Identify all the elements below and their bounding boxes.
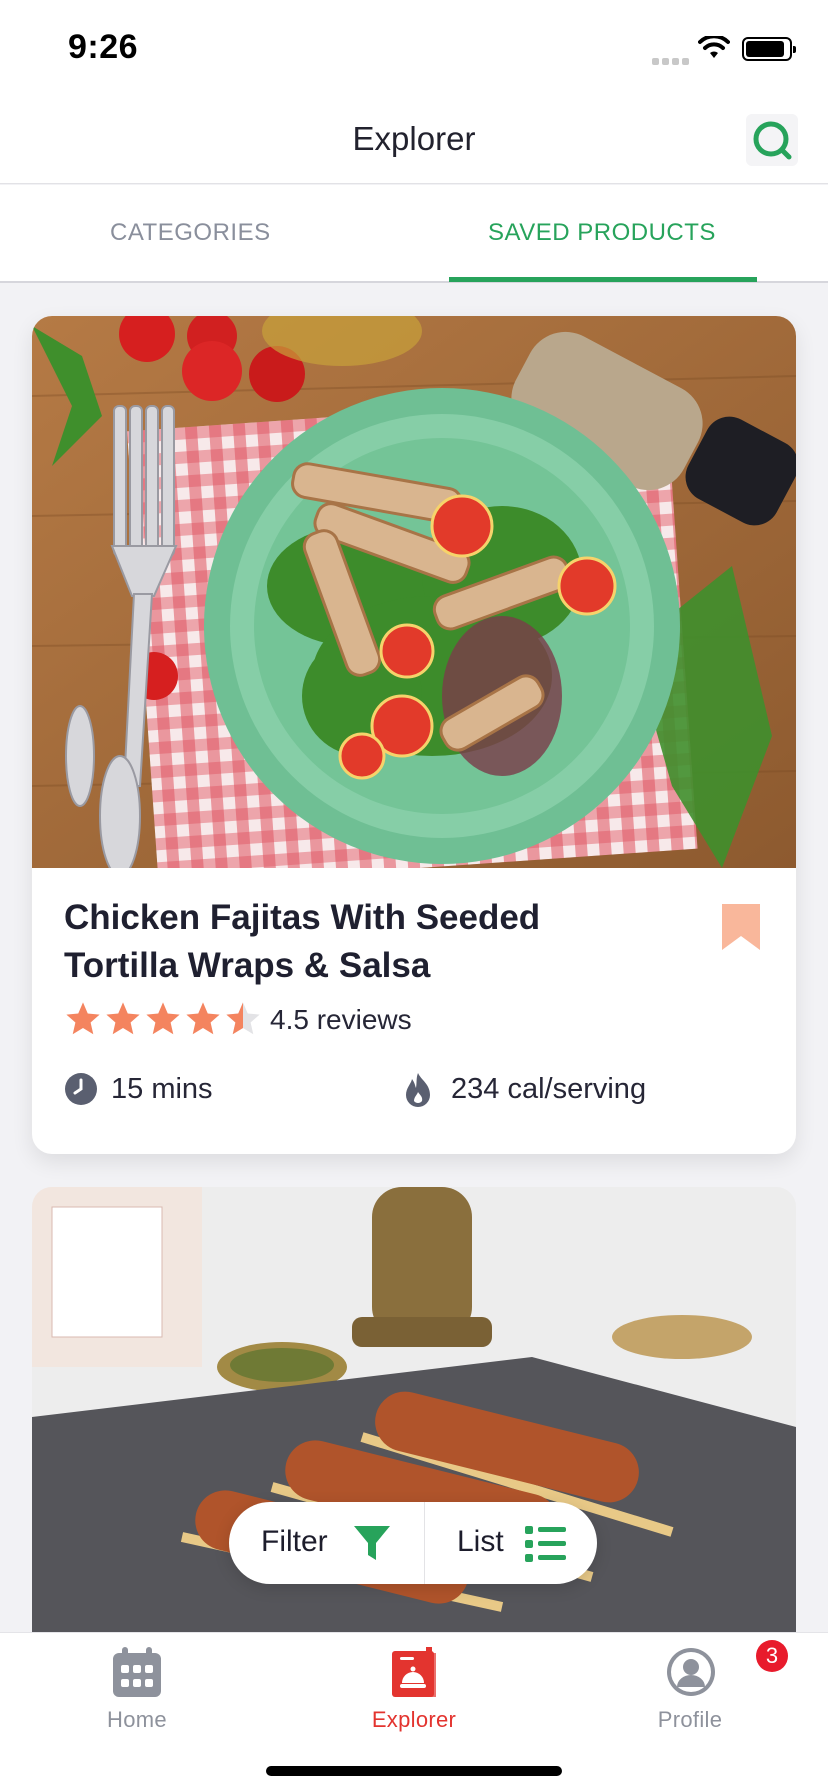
- list-label: List: [457, 1525, 504, 1558]
- battery-icon: [742, 37, 796, 61]
- list-view-button[interactable]: List: [425, 1502, 597, 1584]
- calories: 234 cal/serving: [451, 1073, 646, 1106]
- status-bar: 9:26: [0, 0, 828, 100]
- calories-value: 234: [451, 1073, 500, 1105]
- nav-header: Explorer: [0, 100, 828, 184]
- floating-actions: Filter List: [229, 1502, 597, 1584]
- user-avatar-icon: [667, 1648, 715, 1696]
- calendar-grid-icon: [113, 1647, 161, 1697]
- status-time: 9:26: [68, 28, 139, 66]
- notification-badge: 3: [756, 1640, 788, 1672]
- tab-home[interactable]: Home: [57, 1647, 217, 1747]
- cook-time-unit: mins: [151, 1073, 213, 1105]
- tab-categories[interactable]: CATEGORIES: [110, 219, 271, 247]
- home-indicator[interactable]: [266, 1766, 562, 1776]
- filter-button[interactable]: Filter: [229, 1502, 424, 1584]
- filter-icon: [354, 1526, 390, 1560]
- filter-label: Filter: [261, 1525, 328, 1558]
- page-title: Explorer: [352, 120, 476, 157]
- recipe-title[interactable]: Chicken Fajitas With Seeded Tortilla Wra…: [64, 894, 644, 990]
- cook-time-value: 15: [111, 1073, 144, 1105]
- recipe-card[interactable]: Chicken Fajitas With Seeded Tortilla Wra…: [32, 316, 796, 1154]
- star-icon: [186, 1002, 220, 1035]
- wifi-icon: [698, 36, 730, 58]
- rating-stars: [64, 1000, 262, 1038]
- star-icon: [146, 1002, 180, 1035]
- tab-explorer-label: Explorer: [371, 1707, 457, 1732]
- half-star-icon: [226, 1002, 260, 1035]
- rating-text: 4.5 reviews: [270, 1004, 412, 1036]
- list-icon: [525, 1526, 566, 1562]
- search-icon: [753, 121, 792, 160]
- tab-explorer[interactable]: Explorer: [334, 1647, 494, 1747]
- tab-profile-label: Profile: [657, 1707, 723, 1732]
- rating-label: reviews: [316, 1004, 412, 1035]
- calories-unit: cal/serving: [507, 1073, 647, 1105]
- active-tab-indicator: [449, 277, 757, 282]
- search-button[interactable]: [746, 114, 798, 166]
- rating-value: 4.5: [270, 1004, 309, 1035]
- star-icon: [66, 1002, 100, 1035]
- star-icon: [106, 1002, 140, 1035]
- tab-profile[interactable]: Profile: [610, 1647, 770, 1747]
- segment-tabs: CATEGORIES SAVED PRODUCTS: [0, 185, 828, 283]
- recipe-photo: [32, 316, 796, 868]
- tab-saved-products[interactable]: SAVED PRODUCTS: [488, 219, 716, 247]
- recipe-book-icon: [392, 1647, 436, 1697]
- cook-time: 15 mins: [111, 1073, 213, 1106]
- cellular-signal-icon: [652, 52, 692, 70]
- flame-icon: [406, 1073, 430, 1107]
- clock-icon: [65, 1073, 97, 1105]
- bookmark-icon[interactable]: [722, 904, 760, 950]
- tab-home-label: Home: [107, 1707, 167, 1732]
